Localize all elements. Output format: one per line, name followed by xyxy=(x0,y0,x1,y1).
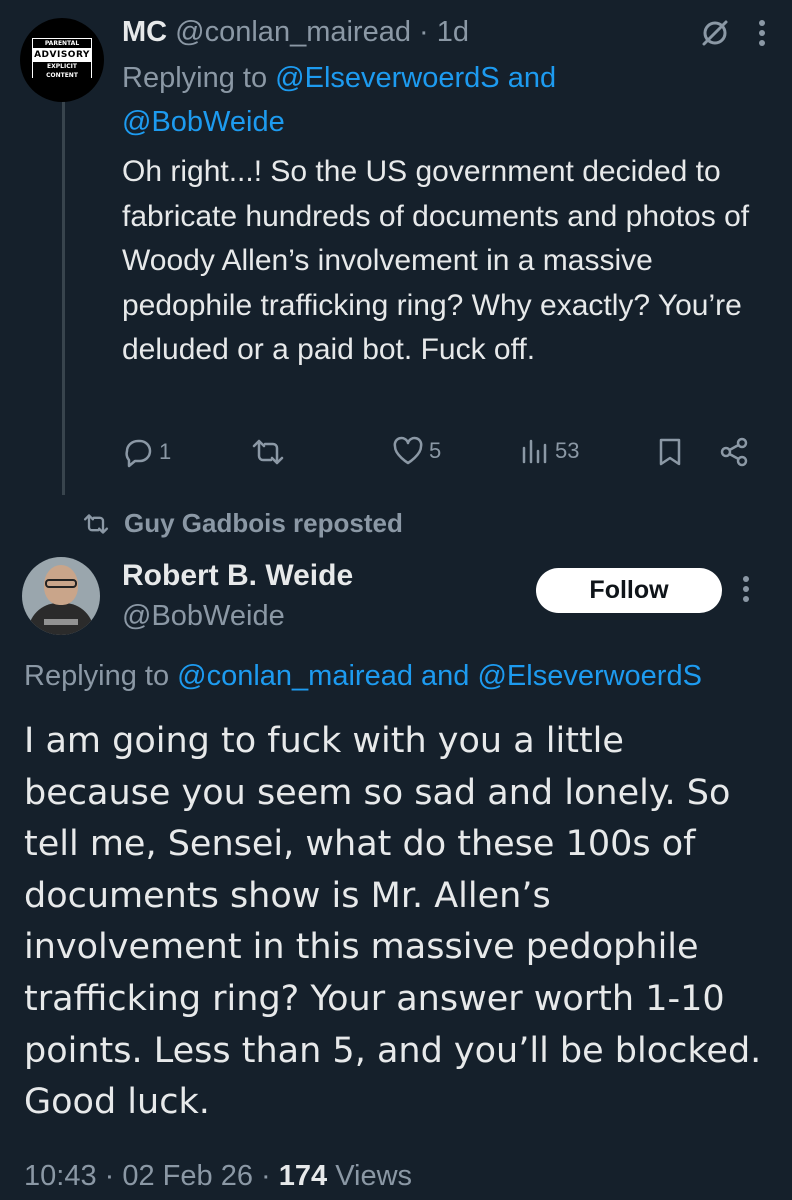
repost-icon xyxy=(83,513,109,534)
thread-line xyxy=(62,100,65,495)
tweet-header: MC @conlan_mairead · 1d xyxy=(122,12,469,52)
views-label: Views xyxy=(335,1160,413,1192)
bookmark-icon xyxy=(659,438,681,466)
replying-and: and xyxy=(507,62,557,94)
avatar[interactable]: PARENTAL ADVISORY EXPLICIT CONTENT xyxy=(20,18,104,102)
tweet-top-actions xyxy=(698,16,766,55)
share-icon xyxy=(720,437,748,467)
reply-button[interactable]: 1 xyxy=(122,436,171,468)
like-count: 5 xyxy=(429,438,442,463)
tweet-text: Oh right...! So the US government decide… xyxy=(122,155,750,366)
timestamp[interactable]: 1d xyxy=(437,16,469,48)
grok-icon[interactable] xyxy=(698,16,732,55)
logo-text-top: PARENTAL xyxy=(33,39,91,48)
separator: · xyxy=(252,1160,279,1192)
mention-link[interactable]: @BobWeide xyxy=(122,106,285,138)
repost-icon xyxy=(252,439,284,465)
avatar-photo-shirt-print xyxy=(44,619,78,625)
replying-label: Replying to xyxy=(24,660,170,692)
like-button[interactable]: 5 xyxy=(392,436,441,466)
more-icon[interactable] xyxy=(742,574,750,609)
user-handle[interactable]: @BobWeide xyxy=(122,596,285,636)
mention-link[interactable]: @ElseverwoerdS xyxy=(477,660,701,692)
repost-label[interactable]: Guy Gadbois reposted xyxy=(124,508,403,539)
tweet-actions: 1 5 53 xyxy=(122,436,752,472)
views-icon xyxy=(522,439,547,464)
replying-label: Replying to xyxy=(122,62,268,94)
views-count: 53 xyxy=(555,438,580,463)
avatar-photo-glasses xyxy=(45,579,77,588)
tweet-text: I am going to fuck with you a little bec… xyxy=(24,721,762,1123)
tweet-meta: 10:43 · 02 Feb 26 · 174 Views xyxy=(24,1156,412,1196)
repost-indicator: Guy Gadbois reposted xyxy=(82,508,403,539)
repost-button[interactable] xyxy=(250,436,291,468)
user-handle[interactable]: @conlan_mairead xyxy=(175,16,411,48)
replying-and: and xyxy=(421,660,470,692)
share-button[interactable] xyxy=(718,436,750,468)
like-icon xyxy=(393,436,423,465)
separator: · xyxy=(96,1160,123,1192)
views-button[interactable]: 53 xyxy=(520,436,579,466)
separator: · xyxy=(410,16,437,48)
logo-text-bottom: EXPLICIT CONTENT xyxy=(33,62,91,80)
reply-count: 1 xyxy=(159,439,172,464)
avatar[interactable] xyxy=(22,557,100,635)
replying-to: Replying to @ElseverwoerdS and @BobWeide xyxy=(122,56,682,144)
follow-button[interactable]: Follow xyxy=(536,568,722,613)
logo-text-middle: ADVISORY xyxy=(34,50,90,60)
parental-advisory-logo: PARENTAL ADVISORY EXPLICIT CONTENT xyxy=(32,38,92,80)
more-icon[interactable] xyxy=(758,18,766,54)
replying-to: Replying to @conlan_mairead and @Elsever… xyxy=(24,656,792,696)
views-count: 174 xyxy=(278,1160,328,1192)
tweet-date[interactable]: 02 Feb 26 xyxy=(122,1160,253,1192)
tweet-time[interactable]: 10:43 xyxy=(24,1160,97,1192)
mention-link[interactable]: @ElseverwoerdS xyxy=(275,62,499,94)
bookmark-button[interactable] xyxy=(656,436,684,468)
display-name[interactable]: Robert B. Weide xyxy=(122,556,353,596)
mention-link[interactable]: @conlan_mairead xyxy=(177,660,413,692)
reply-icon xyxy=(125,439,152,468)
display-name[interactable]: MC xyxy=(122,16,167,48)
